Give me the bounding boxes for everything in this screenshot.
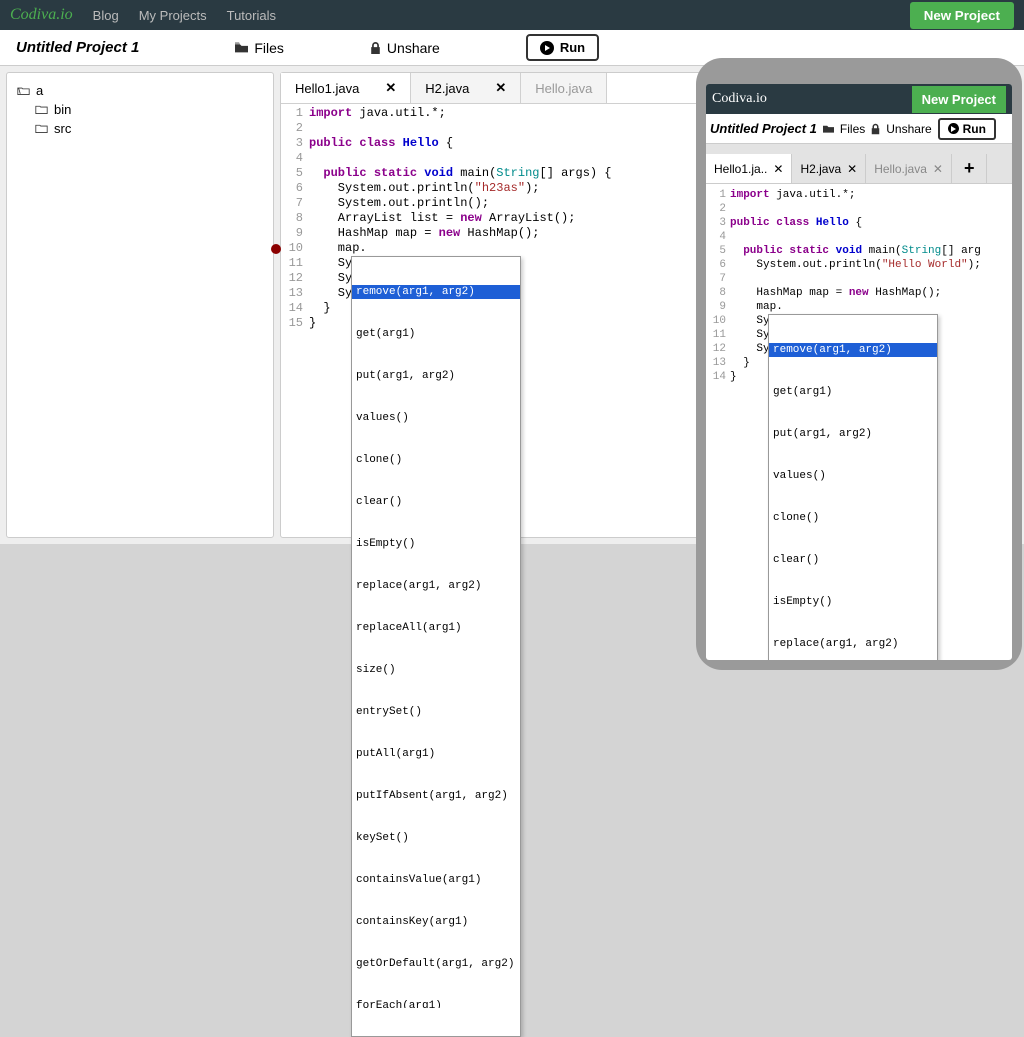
close-icon[interactable]: ✕ — [773, 162, 783, 176]
run-label: Run — [560, 40, 585, 55]
nav-tutorials[interactable]: Tutorials — [227, 8, 276, 23]
autocomplete-item[interactable]: putAll(arg1) — [352, 747, 520, 761]
autocomplete-item[interactable]: putIfAbsent(arg1, arg2) — [352, 789, 520, 803]
new-project-button[interactable]: New Project — [910, 2, 1014, 29]
autocomplete-item[interactable]: replace(arg1, arg2) — [352, 579, 520, 593]
mobile-topnav: Codiva.io New Project — [706, 84, 1012, 114]
mobile-new-project-button[interactable]: New Project — [912, 86, 1006, 113]
play-icon — [540, 41, 554, 55]
autocomplete-item-selected[interactable]: remove(arg1, arg2) — [352, 285, 520, 299]
tab-label: Hello1.java — [295, 81, 359, 96]
autocomplete-item[interactable]: replaceAll(arg1) — [352, 621, 520, 635]
folder-icon — [35, 123, 48, 134]
tree-root-label: a — [36, 83, 43, 98]
play-icon — [948, 123, 959, 134]
tree-item-bin[interactable]: bin — [17, 100, 263, 119]
close-icon[interactable]: ✕ — [495, 80, 506, 96]
unshare-button[interactable]: Unshare — [370, 40, 440, 56]
autocomplete-item[interactable]: keySet() — [352, 831, 520, 845]
nav-blog[interactable]: Blog — [93, 8, 119, 23]
mobile-tab-hello[interactable]: Hello.java✕ — [866, 154, 952, 183]
tree-item-src[interactable]: src — [17, 119, 263, 138]
autocomplete-item[interactable]: isEmpty() — [352, 537, 520, 551]
autocomplete-item-selected[interactable]: remove(arg1, arg2) — [769, 343, 937, 357]
run-label: Run — [963, 122, 986, 136]
autocomplete-item[interactable]: getOrDefault(arg1, arg2) — [352, 957, 520, 971]
folder-icon — [35, 104, 48, 115]
files-label: Files — [254, 40, 284, 56]
autocomplete-item[interactable]: clone() — [352, 453, 520, 467]
autocomplete-item[interactable]: clear() — [769, 553, 937, 567]
lock-icon — [370, 42, 381, 54]
autocomplete-item[interactable]: entrySet() — [352, 705, 520, 719]
tab-h2[interactable]: H2.java ✕ — [411, 73, 521, 103]
close-icon[interactable]: ✕ — [933, 162, 943, 176]
autocomplete-item[interactable]: forEach(arg1) — [352, 999, 520, 1008]
mobile-code-content[interactable]: import java.util.*; public class Hello {… — [730, 188, 1012, 660]
mobile-tab-hello1[interactable]: Hello1.ja..✕ — [706, 154, 792, 183]
error-marker-icon — [271, 244, 281, 254]
autocomplete-item[interactable]: clone() — [769, 511, 937, 525]
mobile-tab-h2[interactable]: H2.java✕ — [792, 154, 866, 183]
unshare-label: Unshare — [387, 40, 440, 56]
project-title: Untitled Project 1 — [16, 39, 139, 56]
autocomplete-popup[interactable]: remove(arg1, arg2) get(arg1) put(arg1, a… — [351, 256, 521, 1037]
mobile-toolbar: Untitled Project 1 Files Unshare Run — [706, 114, 1012, 144]
autocomplete-item[interactable]: containsKey(arg1) — [352, 915, 520, 929]
tree-label: bin — [54, 102, 71, 117]
tree-root[interactable]: a — [17, 81, 263, 100]
tab-hello1[interactable]: Hello1.java ✕ — [281, 73, 411, 103]
line-gutter: 123456789 10 1112131415 — [281, 106, 309, 537]
mobile-preview: Codiva.io New Project Untitled Project 1… — [696, 58, 1022, 670]
mobile-tab-add[interactable]: + — [952, 154, 988, 183]
nav-my-projects[interactable]: My Projects — [139, 8, 207, 23]
mobile-gutter: 12345678 9 1011121314 — [706, 188, 730, 660]
close-icon[interactable]: ✕ — [385, 80, 396, 96]
mobile-tabs: Hello1.ja..✕ H2.java✕ Hello.java✕ + — [706, 154, 1012, 184]
close-icon[interactable]: ✕ — [847, 162, 857, 176]
mobile-brand[interactable]: Codiva.io — [712, 91, 767, 107]
mobile-files-label[interactable]: Files — [840, 122, 865, 136]
lock-icon — [871, 123, 880, 135]
folder-icon — [235, 42, 248, 53]
mobile-autocomplete-popup[interactable]: remove(arg1, arg2) get(arg1) put(arg1, a… — [768, 314, 938, 660]
autocomplete-item[interactable]: replace(arg1, arg2) — [769, 637, 937, 651]
mobile-project-title: Untitled Project 1 — [710, 121, 817, 136]
tab-label: H2.java — [425, 81, 469, 96]
tree-label: src — [54, 121, 71, 136]
brand-logo[interactable]: Codiva.io — [10, 6, 73, 24]
mobile-run-button[interactable]: Run — [938, 118, 996, 140]
file-tree: a bin src — [6, 72, 274, 538]
autocomplete-item[interactable]: put(arg1, arg2) — [352, 369, 520, 383]
autocomplete-item[interactable]: clear() — [352, 495, 520, 509]
top-nav: Codiva.io Blog My Projects Tutorials New… — [0, 0, 1024, 30]
autocomplete-item[interactable]: values() — [352, 411, 520, 425]
autocomplete-item[interactable]: values() — [769, 469, 937, 483]
mobile-unshare-label[interactable]: Unshare — [886, 122, 931, 136]
autocomplete-item[interactable]: size() — [352, 663, 520, 677]
mobile-code-editor[interactable]: 12345678 9 1011121314 import java.util.*… — [706, 184, 1012, 660]
run-button[interactable]: Run — [526, 34, 599, 61]
autocomplete-item[interactable]: isEmpty() — [769, 595, 937, 609]
autocomplete-item[interactable]: put(arg1, arg2) — [769, 427, 937, 441]
tab-label: Hello.java — [535, 81, 592, 96]
tab-hello[interactable]: Hello.java — [521, 73, 607, 103]
folder-icon — [823, 123, 834, 134]
folder-open-icon — [17, 85, 30, 96]
autocomplete-item[interactable]: containsValue(arg1) — [352, 873, 520, 887]
autocomplete-item[interactable]: get(arg1) — [352, 327, 520, 341]
autocomplete-item[interactable]: get(arg1) — [769, 385, 937, 399]
files-button[interactable]: Files — [235, 40, 284, 56]
